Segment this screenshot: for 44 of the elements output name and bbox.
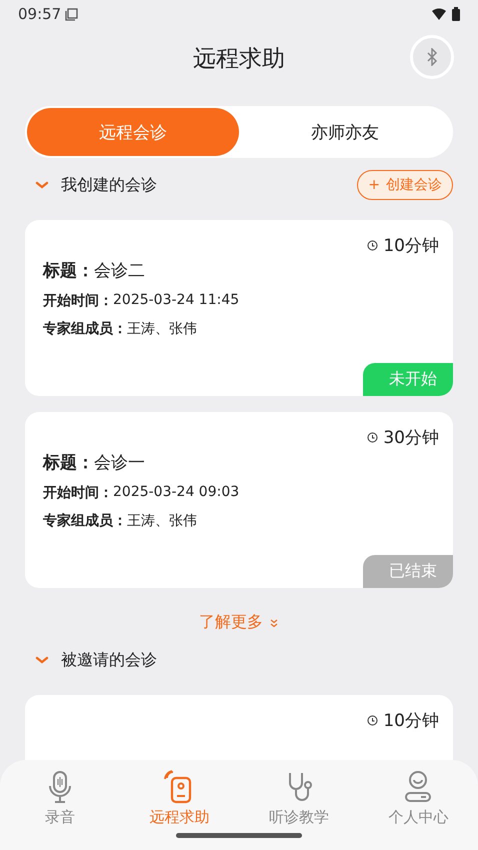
status-badge: 未开始 <box>363 363 453 396</box>
field-label: 标题： <box>43 260 94 282</box>
notification-icon <box>65 8 78 20</box>
consultation-title: 会诊一 <box>94 452 145 474</box>
duration-text: 10分钟 <box>383 710 439 732</box>
nav-tab[interactable]: 远程求助 <box>120 770 239 850</box>
consultation-title: 会诊二 <box>94 260 145 282</box>
person-icon <box>403 770 434 804</box>
page-title: 远程求助 <box>193 44 285 74</box>
section-title: 被邀请的会诊 <box>61 650 157 670</box>
tab[interactable]: 亦师亦友 <box>239 108 451 156</box>
battery-icon <box>452 7 460 21</box>
consultation-card[interactable]: 10分钟 标题：会诊二 开始时间：2025-03-24 11:45 专家组成员：王涛、张伟 未开始 <box>25 220 453 396</box>
clock-icon <box>367 432 378 443</box>
field-label: 开始时间： <box>43 292 113 310</box>
nav-tab[interactable]: 个人中心 <box>358 770 478 850</box>
expert-members: 王涛、张伟 <box>127 512 197 530</box>
nav-tab[interactable]: 录音 <box>0 770 120 850</box>
chevron-icon[interactable] <box>35 180 49 190</box>
create-consultation-button[interactable]: + 创建会诊 <box>357 170 453 200</box>
clock-icon <box>367 240 378 251</box>
field-label: 开始时间： <box>43 484 113 502</box>
bluetooth-button[interactable] <box>410 35 454 79</box>
expert-members: 王涛、张伟 <box>127 320 197 338</box>
bluetooth-icon <box>426 48 438 66</box>
field-label: 专家组成员： <box>43 320 127 338</box>
duration-text: 30分钟 <box>383 427 439 449</box>
wifi-icon <box>432 8 448 20</box>
learn-more-link[interactable]: 了解更多 <box>199 612 263 633</box>
consultation-card[interactable]: 30分钟 标题：会诊一 开始时间：2025-03-24 09:03 专家组成员：王涛、张伟 已结束 <box>25 412 453 588</box>
status-time: 09:57 <box>18 5 62 23</box>
chevron-icon[interactable] <box>35 656 49 664</box>
consultation-card[interactable]: 10分钟 <box>25 695 453 760</box>
status-badge: 已结束 <box>363 555 453 588</box>
double-chevron-icon <box>269 618 279 628</box>
nav-tab[interactable]: 听诊教学 <box>239 770 358 850</box>
field-label: 标题： <box>43 452 94 474</box>
field-label: 专家组成员： <box>43 512 127 530</box>
clock-icon <box>367 715 378 726</box>
start-time: 2025-03-24 09:03 <box>113 484 240 502</box>
duration-text: 10分钟 <box>383 235 439 257</box>
tab[interactable]: 远程会诊 <box>27 108 239 156</box>
start-time: 2025-03-24 11:45 <box>113 292 240 310</box>
section-title: 我创建的会诊 <box>61 174 157 196</box>
